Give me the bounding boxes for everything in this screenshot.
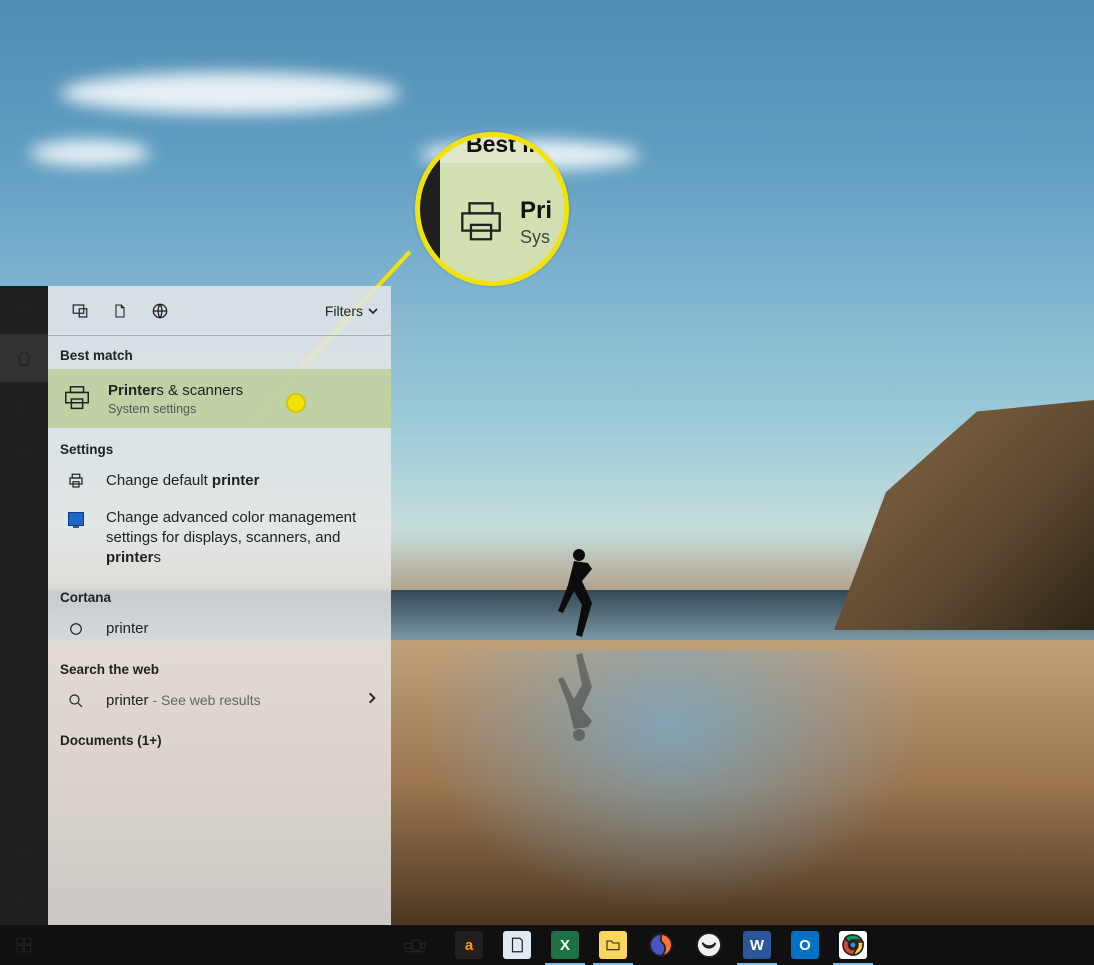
taskbar-app-word[interactable]: W [733,925,781,965]
highlight-magnifier: Best ı. Pri Sys [415,132,569,286]
taskbar-app-notepad[interactable] [493,925,541,965]
wet-sand-reflection [420,650,920,910]
best-match-label: Best match [48,336,391,369]
chevron-right-icon [365,691,379,710]
best-match-title: Printers & scanners [108,381,243,401]
task-view-button[interactable] [391,925,439,965]
scope-apps-button[interactable] [60,286,100,336]
settings-section-label: Settings [48,428,391,463]
magnifier-title: Pri [520,197,552,225]
search-scope-header: Filters [48,286,391,336]
taskbar-app-file-explorer[interactable] [589,925,637,965]
settings-item-label: Change advanced color management setting… [106,508,379,569]
scope-web-button[interactable] [140,286,180,336]
best-match-subtitle: System settings [108,402,243,416]
amazon-icon: a [455,931,483,959]
cortana-result-printer[interactable]: printer [48,611,391,647]
excel-icon: X [551,931,579,959]
rock-decoration [834,400,1094,630]
chevron-down-icon [367,305,379,317]
settings-color-management[interactable]: Change advanced color management setting… [48,500,391,577]
rail-menu-button[interactable] [0,286,48,334]
cortana-section-label: Cortana [48,576,391,611]
taskbar-app-excel[interactable]: X [541,925,589,965]
cortana-item-label: printer [106,619,149,639]
printer-icon [60,472,92,490]
printer-icon [60,384,94,414]
word-icon: W [743,931,771,959]
taskbar-app-snip[interactable] [685,925,733,965]
web-result-printer[interactable]: printer - See web results [48,683,391,719]
filters-label: Filters [325,303,363,319]
taskbar-app-chrome[interactable] [829,925,877,965]
settings-item-label: Change default printer [106,471,259,491]
cloud-decoration [30,140,150,166]
runner-silhouette [546,545,601,645]
notepad-icon [503,931,531,959]
outlook-icon: O [791,931,819,959]
start-button[interactable] [0,925,48,965]
cortana-ring-icon [60,620,92,638]
runner-reflection [546,645,601,745]
taskbar-app-outlook[interactable]: O [781,925,829,965]
monitor-icon [60,512,92,526]
search-web-label: Search the web [48,648,391,683]
cloud-decoration [60,72,400,114]
rail-home-button[interactable] [0,334,48,382]
search-results-panel: Filters Best match Printers & scanners S… [48,286,391,925]
taskbar-app-amazon[interactable]: a [445,925,493,965]
search-icon [60,692,92,710]
documents-section-label: Documents (1+) [48,719,391,754]
firefox-icon [647,931,675,959]
cortana-left-rail [0,286,48,925]
best-match-printers-scanners[interactable]: Printers & scanners System settings [48,369,391,428]
taskbar: a X W O [0,925,1094,965]
magnifier-header-text: Best ı. [466,132,535,158]
web-item-label: printer - See web results [106,691,261,711]
chrome-icon [839,931,867,959]
scope-documents-button[interactable] [100,286,140,336]
snip-icon [695,931,723,959]
rail-notebook-button[interactable] [0,382,48,430]
taskbar-app-firefox[interactable] [637,925,685,965]
rail-devices-button[interactable] [0,430,48,478]
magnifier-subtitle: Sys [520,227,552,248]
file-explorer-icon [599,931,627,959]
rail-settings-button[interactable] [0,829,48,877]
filters-dropdown[interactable]: Filters [325,303,379,319]
rail-feedback-button[interactable] [0,877,48,925]
printer-icon [458,199,504,245]
highlight-dot-marker [286,393,306,413]
settings-change-default-printer[interactable]: Change default printer [48,463,391,499]
